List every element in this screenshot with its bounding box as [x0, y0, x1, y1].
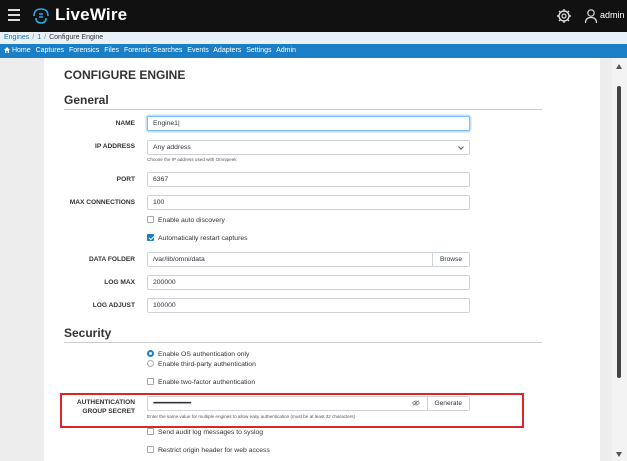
- content-scroll-area: CONFIGURE ENGINE General NAME Engine1| I…: [0, 58, 612, 461]
- name-input[interactable]: Engine1|: [147, 116, 470, 131]
- nav-home-label: Home: [11, 47, 31, 54]
- third-party-auth-radio[interactable]: [147, 359, 154, 367]
- auto-restart-option[interactable]: Automatically restart captures: [147, 233, 248, 244]
- port-label: PORT: [116, 176, 135, 183]
- breadcrumb-current: Configure Engine: [49, 34, 104, 41]
- restrict-origin-option[interactable]: Restrict origin header for web access: [147, 445, 270, 456]
- scrollbar-thumb[interactable]: [617, 86, 621, 378]
- breadcrumb-separator: /: [44, 34, 47, 41]
- log-max-label: LOG MAX: [104, 279, 135, 286]
- third-party-auth-option[interactable]: Enable third-party authentication: [147, 359, 256, 370]
- gear-icon[interactable]: [556, 8, 572, 24]
- log-max-input[interactable]: 200000: [147, 275, 470, 290]
- nav-captures[interactable]: Captures: [36, 47, 64, 54]
- security-divider: [64, 342, 542, 343]
- nav-forensics[interactable]: Forensics: [69, 47, 99, 54]
- highlight-box: [60, 393, 524, 428]
- auto-discovery-checkbox[interactable]: [147, 215, 154, 223]
- nav-events[interactable]: Events: [187, 47, 208, 54]
- app-title: LiveWire: [55, 5, 128, 24]
- two-factor-option[interactable]: Enable two-factor authentication: [147, 377, 256, 388]
- third-party-auth-label: Enable third-party authentication: [158, 361, 256, 368]
- scroll-up-arrow-icon[interactable]: [616, 64, 622, 69]
- nav-forensic-searches[interactable]: Forensic Searches: [124, 47, 182, 54]
- os-auth-label: Enable OS authentication only: [158, 351, 250, 358]
- restrict-origin-label: Restrict origin header for web access: [158, 447, 270, 454]
- data-folder-label: DATA FOLDER: [88, 256, 135, 263]
- auto-restart-checkbox[interactable]: [147, 233, 154, 241]
- log-adjust-input[interactable]: 100000: [147, 298, 470, 313]
- livewire-logo-icon: [33, 8, 49, 24]
- breadcrumb-engines[interactable]: Engines: [4, 34, 29, 41]
- nav-admin[interactable]: Admin: [276, 47, 296, 54]
- nav-home[interactable]: Home: [4, 46, 31, 54]
- ip-address-help: Choose the IP address used with Omnipeek: [147, 157, 237, 162]
- configure-engine-panel: CONFIGURE ENGINE General NAME Engine1| I…: [44, 58, 600, 461]
- nav-settings[interactable]: Settings: [246, 47, 271, 54]
- port-input[interactable]: 6367: [147, 172, 470, 187]
- chevron-down-icon: [458, 144, 464, 150]
- name-label: NAME: [115, 120, 135, 127]
- max-connections-label: MAX CONNECTIONS: [69, 199, 135, 206]
- auto-restart-label: Automatically restart captures: [158, 235, 248, 242]
- audit-syslog-checkbox[interactable]: [147, 427, 154, 435]
- home-icon: [4, 46, 10, 53]
- ip-address-label: IP ADDRESS: [95, 143, 135, 150]
- top-bar: LiveWire admin: [0, 0, 627, 32]
- max-connections-input[interactable]: 100: [147, 195, 470, 210]
- general-divider: [64, 109, 542, 110]
- general-section-title: General: [64, 93, 109, 107]
- ip-address-value: Any address: [153, 144, 191, 151]
- auto-discovery-option[interactable]: Enable auto discovery: [147, 215, 225, 226]
- nav-adapters[interactable]: Adapters: [213, 47, 241, 54]
- data-folder-input[interactable]: /var/lib/omni/data Browse: [147, 252, 470, 267]
- scroll-down-arrow-icon[interactable]: [616, 452, 622, 457]
- username[interactable]: admin: [600, 10, 625, 20]
- breadcrumb: Engines/1/Configure Engine: [0, 32, 627, 44]
- audit-syslog-option[interactable]: Send audit log messages to syslog: [147, 427, 264, 438]
- log-adjust-label: LOG ADJUST: [92, 302, 135, 309]
- main-nav: Home Captures Forensics Files Forensic S…: [0, 44, 627, 58]
- page-title: CONFIGURE ENGINE: [64, 68, 186, 82]
- restrict-origin-checkbox[interactable]: [147, 445, 154, 453]
- two-factor-checkbox[interactable]: [147, 377, 154, 385]
- security-section-title: Security: [64, 326, 112, 340]
- nav-files[interactable]: Files: [104, 47, 119, 54]
- os-auth-option[interactable]: Enable OS authentication only: [147, 349, 250, 360]
- user-icon[interactable]: [584, 8, 598, 24]
- audit-syslog-label: Send audit log messages to syslog: [158, 429, 264, 436]
- hamburger-menu-icon[interactable]: [8, 9, 20, 23]
- two-factor-label: Enable two-factor authentication: [158, 379, 256, 386]
- browse-button[interactable]: Browse: [432, 253, 469, 266]
- data-folder-value: /var/lib/omni/data: [153, 256, 205, 263]
- vertical-scrollbar[interactable]: [612, 58, 627, 461]
- auto-discovery-label: Enable auto discovery: [158, 217, 225, 224]
- ip-address-select[interactable]: Any address: [147, 140, 470, 155]
- os-auth-radio[interactable]: [147, 349, 154, 357]
